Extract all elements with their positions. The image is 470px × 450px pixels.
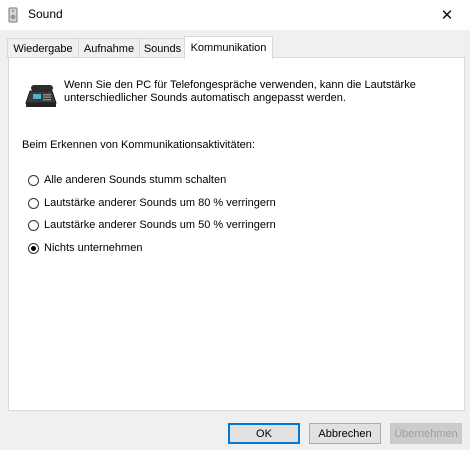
kommunikation-panel: Wenn Sie den PC für Telefongespräche ver… [8, 57, 465, 411]
radio-option-reduce-80[interactable]: Lautstärke anderer Sounds um 80 % verrin… [28, 197, 276, 209]
radio-option-mute[interactable]: Alle anderen Sounds stumm schalten [28, 174, 226, 186]
radio-label: Alle anderen Sounds stumm schalten [44, 174, 227, 186]
tab-kommunikation[interactable]: Kommunikation [184, 36, 273, 59]
close-button[interactable]: ✕ [424, 0, 470, 30]
telephone-icon [25, 85, 57, 107]
radio-button[interactable] [28, 174, 39, 186]
tab-aufnahme[interactable]: Aufnahme [78, 38, 140, 58]
tab-sounds[interactable]: Sounds [139, 38, 186, 58]
section-label: Beim Erkennen von Kommunikationsaktivitä… [22, 139, 255, 151]
radio-option-do-nothing[interactable]: Nichts unternehmen [28, 242, 142, 254]
info-line-1: Wenn Sie den PC für Telefongespräche ver… [64, 79, 416, 91]
radio-option-reduce-50[interactable]: Lautstärke anderer Sounds um 50 % verrin… [28, 219, 276, 231]
apply-button[interactable]: Übernehmen [390, 423, 462, 444]
ok-button[interactable]: OK [228, 423, 300, 444]
tab-wiedergabe[interactable]: Wiedergabe [7, 38, 79, 58]
speaker-icon [8, 7, 18, 23]
close-icon: ✕ [440, 7, 454, 24]
radio-button-selected[interactable] [28, 242, 39, 254]
radio-label: Lautstärke anderer Sounds um 50 % verrin… [44, 219, 276, 231]
window-title: Sound [28, 7, 63, 21]
title-bar: Sound ✕ [0, 0, 470, 30]
info-text: Wenn Sie den PC für Telefongespräche ver… [64, 79, 449, 105]
radio-label: Nichts unternehmen [44, 242, 143, 254]
radio-label: Lautstärke anderer Sounds um 80 % verrin… [44, 197, 276, 209]
radio-button[interactable] [28, 219, 39, 231]
tab-strip: Wiedergabe Aufnahme Sounds Kommunikation [0, 30, 470, 59]
info-line-2: unterschiedlicher Sounds automatisch ang… [64, 92, 346, 104]
radio-button[interactable] [28, 197, 39, 209]
cancel-button[interactable]: Abbrechen [309, 423, 381, 444]
